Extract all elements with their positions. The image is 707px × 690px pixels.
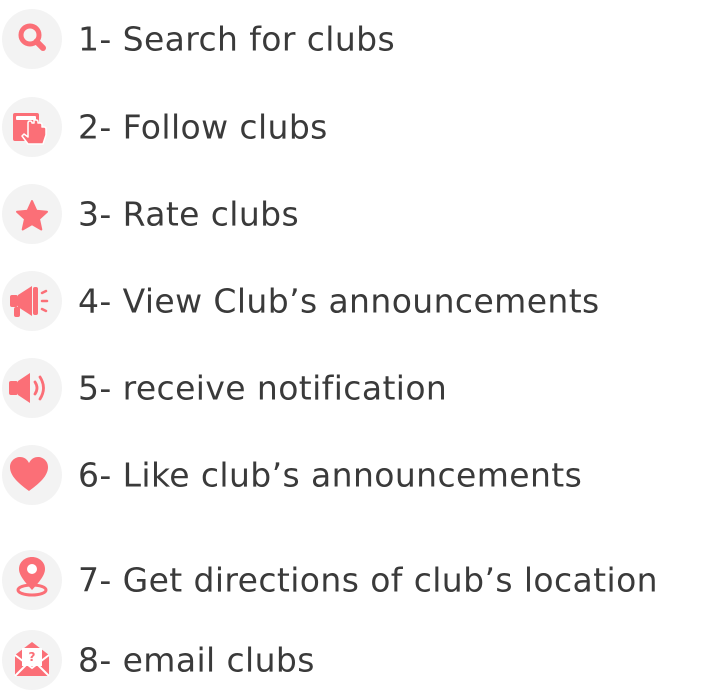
speaker-icon — [9, 373, 45, 403]
megaphone-icon — [10, 286, 49, 317]
feature-label: 6- Like club’s announcements — [78, 455, 583, 495]
feature-item-directions: 7- Get directions of club’s location — [0, 550, 707, 610]
search-icon — [18, 23, 46, 51]
feature-item-announcements: 4- View Club’s announcements — [0, 271, 707, 331]
feature-item-email: ? 8- email clubs — [0, 630, 707, 690]
feature-label: 1- Search for clubs — [78, 19, 396, 59]
feature-label: 4- View Club’s announcements — [78, 281, 600, 321]
feature-list: 1- Search for clubs 2- Follow clubs 3- R… — [0, 0, 707, 690]
feature-item-like: 6- Like club’s announcements — [0, 445, 707, 505]
svg-text:?: ? — [29, 650, 36, 664]
feature-label: 7- Get directions of club’s location — [78, 560, 658, 600]
feature-item-rate: 3- Rate clubs — [0, 184, 707, 244]
heart-icon — [10, 457, 48, 491]
feature-label: 8- email clubs — [78, 640, 315, 680]
feature-item-notification: 5- receive notification — [0, 358, 707, 418]
follow-tap-icon — [13, 113, 47, 145]
feature-label: 5- receive notification — [78, 368, 448, 408]
feature-label: 3- Rate clubs — [78, 194, 300, 234]
location-pin-icon — [16, 557, 48, 597]
feature-label: 2- Follow clubs — [78, 107, 328, 147]
star-icon — [16, 200, 48, 231]
feature-item-follow: 2- Follow clubs — [0, 97, 707, 157]
feature-item-search: 1- Search for clubs — [0, 9, 707, 69]
email-icon: ? — [14, 642, 50, 677]
